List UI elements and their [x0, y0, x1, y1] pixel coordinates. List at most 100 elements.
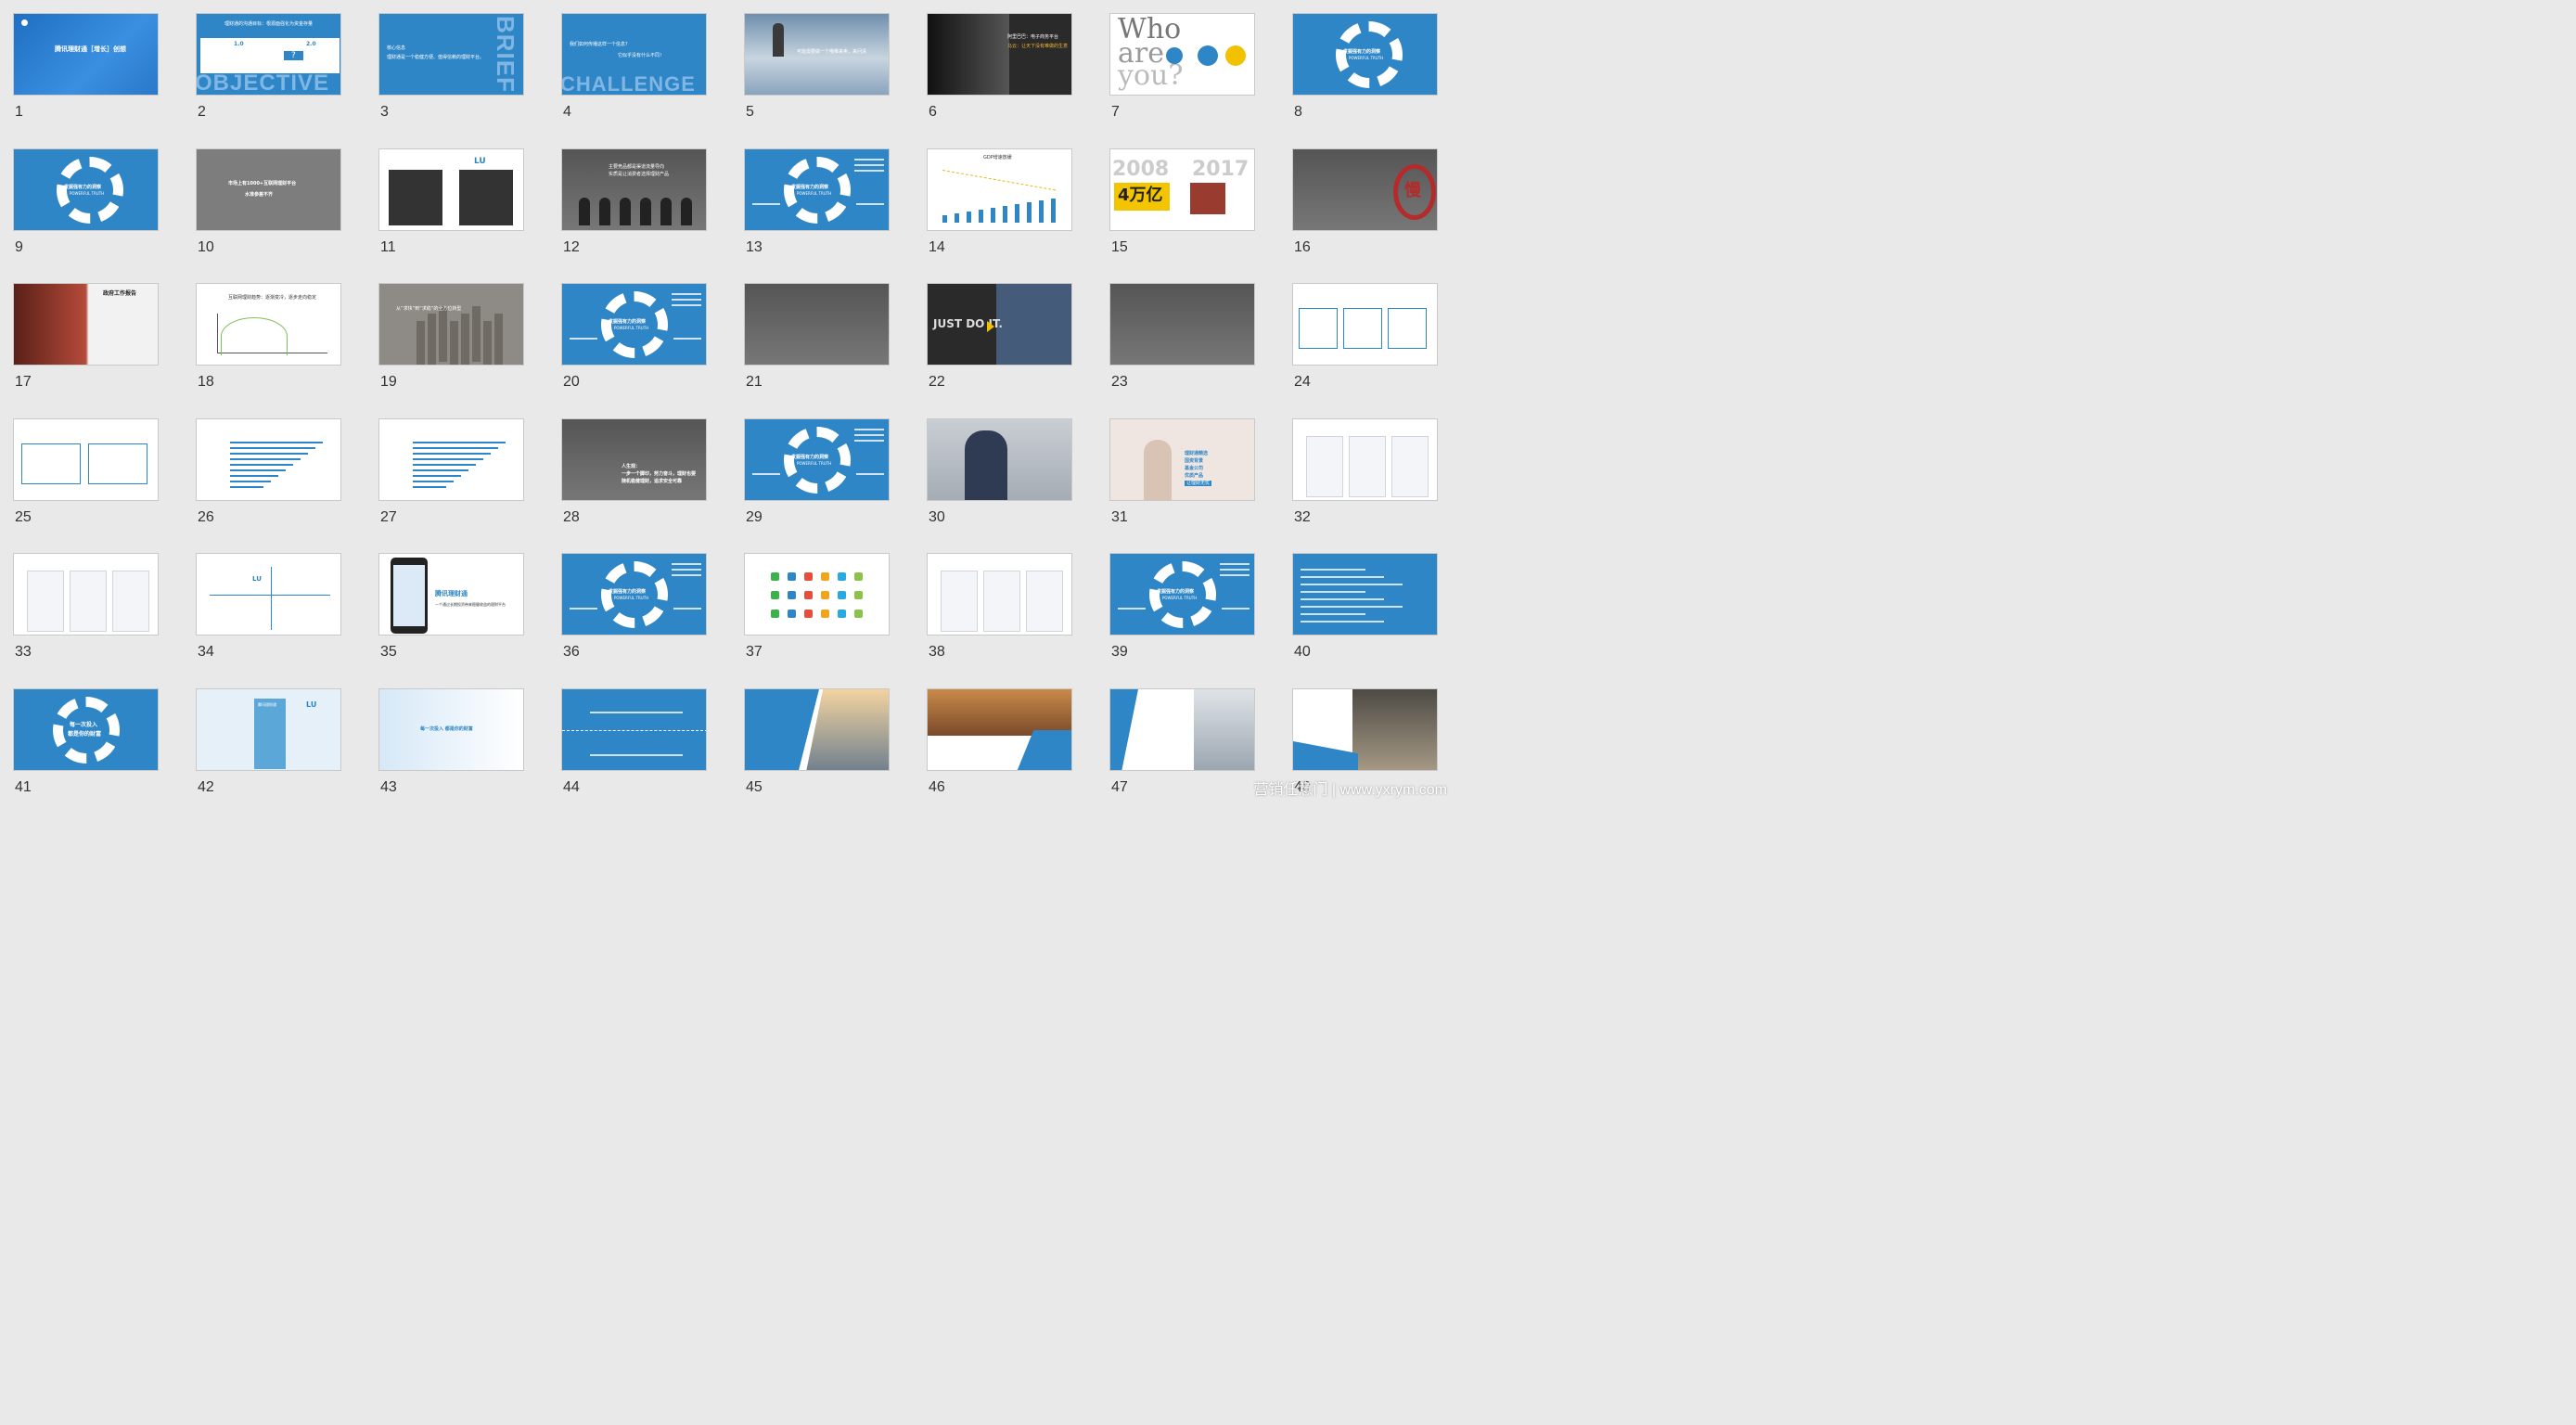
slide-thumbnail-36[interactable]: 发掘强有力的洞察 POWERFUL TRUTH 36 [561, 553, 708, 688]
slide-preview[interactable]: 核心信息 理财通是一个稳健方便、值得信赖的理财平台。 BRIEF [378, 13, 524, 96]
slide-thumbnail-31[interactable]: 理财通精选 国资背景 基金公司 优质产品 让理财无忧 31 [1109, 417, 1256, 554]
slide-preview[interactable]: GDP增速放缓 [927, 148, 1072, 231]
slide-preview[interactable]: 发掘强有力的洞察 POWERFUL TRUTH [561, 283, 707, 366]
slide-preview[interactable] [1109, 283, 1255, 366]
slide-preview[interactable]: 市场上有1000+互联网理财平台 水准参差不齐 [196, 148, 341, 231]
slide-preview[interactable] [378, 417, 524, 501]
slide-thumbnail-17[interactable]: 政府工作报告 17 [13, 283, 160, 418]
slide-preview[interactable] [744, 283, 890, 366]
slide-preview[interactable]: 腾讯理财通 一个通过长期投资带来稳健收益的理财平台 [378, 553, 524, 636]
slide-preview[interactable]: 发掘强有力的洞察 POWERFUL TRUTH [744, 148, 890, 231]
slide-thumbnail-10[interactable]: 市场上有1000+互联网理财平台 水准参差不齐 10 [196, 148, 342, 284]
slide-preview[interactable]: 互联网理财趋势：逐渐变冷，逐步走向稳定 [196, 283, 341, 366]
slide-preview[interactable]: 可能需要做一个哦推来卖，来问清 [744, 13, 890, 96]
slide-preview[interactable]: 发掘强有力的洞察 POWERFUL TRUTH [1292, 13, 1438, 96]
slide-thumbnail-4[interactable]: 我们如何传播这样一个信息？ 它似乎没有什么不同！ CHALLENGE 4 [561, 13, 708, 148]
slide-preview[interactable]: Who are you? [1109, 13, 1255, 96]
slide-preview[interactable] [1292, 417, 1438, 501]
slide-preview[interactable]: 主要竞品都是渠道流量导向 实质是让消费者选择理财产品 [561, 148, 707, 231]
slide-preview[interactable]: 理财通精选 国资背景 基金公司 优质产品 让理财无忧 [1109, 417, 1255, 501]
slide-thumbnail-12[interactable]: 主要竞品都是渠道流量导向 实质是让消费者选择理财产品 12 [561, 148, 708, 284]
slide-preview[interactable] [927, 417, 1072, 501]
slide-thumbnail-46[interactable]: 46 [927, 687, 1073, 824]
slide-thumbnail-7[interactable]: Who are you? 7 [1109, 13, 1256, 148]
slide-thumbnail-11[interactable]: LU 11 [378, 148, 525, 284]
slide-thumbnail-44[interactable]: 44 [561, 687, 708, 824]
slide-thumbnail-42[interactable]: LU 腾讯理财通 42 [196, 687, 342, 824]
slide-preview[interactable]: LU [196, 553, 341, 636]
slide-preview[interactable]: 我们如何传播这样一个信息？ 它似乎没有什么不同！ CHALLENGE [561, 13, 707, 96]
slide-preview[interactable]: JUST DO IT. [927, 283, 1072, 366]
slide-thumbnail-43[interactable]: 每一次投入 都是你的财富 43 [378, 687, 525, 824]
slide-thumbnail-25[interactable]: 25 [13, 417, 160, 554]
slide-preview[interactable]: 发掘强有力的洞察 POWERFUL TRUTH [13, 148, 159, 231]
slide-number: 41 [15, 778, 32, 795]
slide-preview[interactable]: 政府工作报告 [13, 283, 159, 366]
slide-preview[interactable]: 每一次投入 都是你的财富 [378, 687, 524, 771]
slide-preview[interactable] [1292, 283, 1438, 366]
slide-thumbnail-29[interactable]: 发掘强有力的洞察 POWERFUL TRUTH 29 [744, 417, 891, 554]
slide-thumbnail-8[interactable]: 发掘强有力的洞察 POWERFUL TRUTH 8 [1292, 13, 1439, 148]
slide-preview[interactable]: 发掘强有力的洞察 POWERFUL TRUTH [561, 553, 707, 636]
slide-preview[interactable]: 阿里巴巴：电子商务平台 马云：让天下没有难做的生意 [927, 13, 1072, 96]
slide-thumbnail-34[interactable]: LU 34 [196, 553, 342, 688]
slide-preview[interactable]: 腾讯理财通［增长］创想 [13, 13, 159, 96]
slide-thumbnail-16[interactable]: 慢 16 [1292, 148, 1439, 284]
slide-thumbnail-14[interactable]: GDP增速放缓 14 [927, 148, 1073, 284]
slide-preview[interactable]: 发掘强有力的洞察 POWERFUL TRUTH [744, 417, 890, 501]
slide-thumbnail-40[interactable]: 40 [1292, 553, 1439, 688]
slide-preview[interactable] [561, 687, 707, 771]
slide-thumbnail-9[interactable]: 发掘强有力的洞察 POWERFUL TRUTH 9 [13, 148, 160, 284]
slide-thumbnail-3[interactable]: 核心信息 理财通是一个稳健方便、值得信赖的理财平台。 BRIEF 3 [378, 13, 525, 148]
slide-thumbnail-30[interactable]: 30 [927, 417, 1073, 554]
text-line [1301, 606, 1403, 609]
slide-preview[interactable]: 人生观： 一步一个脚印，努力奋斗，理财也要 随机稳健理财，追求安全可靠 [561, 417, 707, 501]
slide-preview[interactable] [13, 417, 159, 501]
slide-thumbnail-37[interactable]: 37 [744, 553, 891, 688]
slide-thumbnail-28[interactable]: 人生观： 一步一个脚印，努力奋斗，理财也要 随机稳健理财，追求安全可靠 28 [561, 417, 708, 554]
slide-thumbnail-41[interactable]: 每一次投入 都是你的财富 41 [13, 687, 160, 824]
slide-preview[interactable] [744, 687, 890, 771]
slide-preview[interactable]: 2008 2017 4万亿 [1109, 148, 1255, 231]
slide-thumbnail-2[interactable]: 理财通的沟通目标：根源面强化为资金存量 1.0 2.0? OBJECTIVE 2 [196, 13, 342, 148]
slide-preview[interactable] [927, 687, 1072, 771]
slide-thumbnail-5[interactable]: 可能需要做一个哦推来卖，来问清 5 [744, 13, 891, 148]
slide-thumbnail-24[interactable]: 24 [1292, 283, 1439, 418]
slide-text: 实质是让消费者选择理财产品 [609, 171, 670, 177]
slide-preview[interactable]: 从“求快”到“求稳”的全方位转型 [378, 283, 524, 366]
slide-preview[interactable] [744, 553, 890, 636]
slide-thumbnail-35[interactable]: 腾讯理财通 一个通过长期投资带来稳健收益的理财平台 35 [378, 553, 525, 688]
slide-thumbnail-18[interactable]: 互联网理财趋势：逐渐变冷，逐步走向稳定 18 [196, 283, 342, 418]
slide-thumbnail-33[interactable]: 33 [13, 553, 160, 688]
slide-preview[interactable]: 每一次投入 都是你的财富 [13, 687, 159, 771]
slide-preview[interactable] [1292, 553, 1438, 636]
slide-thumbnail-27[interactable]: 27 [378, 417, 525, 554]
slide-thumbnail-20[interactable]: 发掘强有力的洞察 POWERFUL TRUTH 20 [561, 283, 708, 418]
slide-thumbnail-45[interactable]: 45 [744, 687, 891, 824]
slide-preview[interactable] [1292, 687, 1438, 771]
slide-preview[interactable] [927, 553, 1072, 636]
slide-preview[interactable]: LU 腾讯理财通 [196, 687, 341, 771]
slide-preview[interactable]: 理财通的沟通目标：根源面强化为资金存量 1.0 2.0? OBJECTIVE [196, 13, 341, 96]
slide-preview[interactable]: LU [378, 148, 524, 231]
slide-thumbnail-48[interactable]: 48 [1292, 687, 1439, 824]
slide-thumbnail-39[interactable]: 发掘强有力的洞察 POWERFUL TRUTH 39 [1109, 553, 1256, 688]
slide-thumbnail-38[interactable]: 38 [927, 553, 1073, 688]
slide-thumbnail-13[interactable]: 发掘强有力的洞察 POWERFUL TRUTH 13 [744, 148, 891, 284]
slide-thumbnail-6[interactable]: 阿里巴巴：电子商务平台 马云：让天下没有难做的生意 6 [927, 13, 1073, 148]
slide-thumbnail-22[interactable]: JUST DO IT. 22 [927, 283, 1073, 418]
slide-preview[interactable] [1109, 687, 1255, 771]
slide-preview[interactable] [13, 553, 159, 636]
slide-preview[interactable]: 慢 [1292, 148, 1438, 231]
slide-thumbnail-23[interactable]: 23 [1109, 283, 1256, 418]
slide-thumbnail-15[interactable]: 2008 2017 4万亿 15 [1109, 148, 1256, 284]
slide-thumbnail-19[interactable]: 从“求快”到“求稳”的全方位转型 19 [378, 283, 525, 418]
slide-thumbnail-32[interactable]: 32 [1292, 417, 1439, 554]
slide-preview[interactable] [196, 417, 341, 501]
slide-number: 3 [380, 104, 389, 120]
slide-thumbnail-21[interactable]: 21 [744, 283, 891, 418]
slide-thumbnail-1[interactable]: 腾讯理财通［增长］创想 1 [13, 13, 160, 148]
slide-thumbnail-26[interactable]: 26 [196, 417, 342, 554]
slide-preview[interactable]: 发掘强有力的洞察 POWERFUL TRUTH [1109, 553, 1255, 636]
slide-thumbnail-47[interactable]: 47 [1109, 687, 1256, 824]
